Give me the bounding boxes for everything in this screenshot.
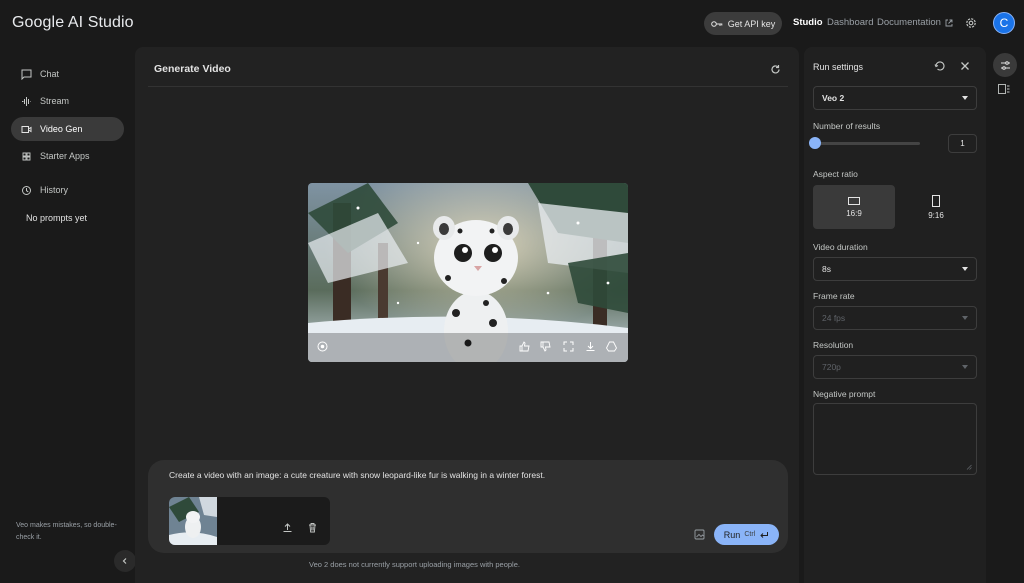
chevron-down-icon bbox=[962, 267, 968, 271]
sidebar-item-label: Video Gen bbox=[40, 124, 83, 134]
video-icon bbox=[21, 125, 32, 133]
refresh-icon[interactable] bbox=[770, 64, 781, 75]
duration-select[interactable]: 8s bbox=[813, 257, 977, 281]
prompt-input[interactable]: Create a video with an image: a cute cre… bbox=[169, 470, 545, 480]
uploaded-image-tray bbox=[169, 497, 330, 545]
aspect-16-9-label: 16:9 bbox=[846, 208, 862, 218]
app-title: Google AI Studio bbox=[12, 14, 134, 31]
model-select-value: Veo 2 bbox=[822, 93, 845, 103]
upload-notice: Veo 2 does not currently support uploadi… bbox=[309, 560, 520, 569]
resolution-select: 720p bbox=[813, 355, 977, 379]
sidebar-item-starter-apps[interactable]: Starter Apps bbox=[11, 144, 124, 168]
run-shortcut: Ctrl bbox=[744, 531, 756, 538]
chevron-down-icon bbox=[962, 365, 968, 369]
collapse-sidebar-button[interactable] bbox=[114, 550, 136, 572]
aspect-9-16-label: 9:16 bbox=[928, 210, 944, 220]
run-settings-toggle-button[interactable] bbox=[993, 53, 1017, 77]
sidebar-item-stream[interactable]: Stream bbox=[11, 89, 124, 113]
nav-documentation-label: Documentation bbox=[877, 17, 941, 28]
resolution-label: Resolution bbox=[813, 340, 854, 350]
external-link-icon bbox=[945, 19, 953, 26]
run-button[interactable]: Run Ctrl bbox=[714, 524, 779, 545]
thumbs-up-icon[interactable] bbox=[519, 341, 530, 352]
fullscreen-icon[interactable] bbox=[563, 341, 574, 352]
results-label: Number of results bbox=[813, 121, 881, 131]
page-title: Generate Video bbox=[154, 63, 231, 75]
chat-icon bbox=[21, 69, 32, 80]
results-input[interactable]: 1 bbox=[948, 134, 977, 153]
chevron-left-icon bbox=[122, 558, 127, 564]
drive-icon[interactable] bbox=[606, 341, 617, 352]
run-label: Run bbox=[723, 529, 741, 540]
apps-icon bbox=[22, 152, 31, 160]
aspect-16-9-button[interactable]: 16:9 bbox=[813, 185, 895, 229]
chevron-down-icon bbox=[962, 316, 968, 320]
add-media-icon[interactable] bbox=[694, 529, 705, 540]
thumbs-down-icon[interactable] bbox=[540, 341, 551, 352]
results-slider-thumb[interactable] bbox=[809, 137, 821, 149]
reset-settings-icon[interactable] bbox=[934, 60, 946, 72]
delete-icon[interactable] bbox=[307, 522, 318, 533]
tune-icon bbox=[1000, 60, 1010, 70]
portrait-icon bbox=[932, 194, 940, 207]
video-player[interactable] bbox=[308, 183, 628, 362]
play-icon[interactable] bbox=[317, 341, 328, 352]
nav-studio[interactable]: Studio bbox=[793, 17, 823, 28]
nav-dashboard[interactable]: Dashboard bbox=[827, 17, 873, 28]
history-empty-text: No prompts yet bbox=[26, 213, 88, 223]
sidebar-item-label: Chat bbox=[40, 69, 60, 79]
model-select[interactable]: Veo 2 bbox=[813, 86, 977, 110]
download-icon[interactable] bbox=[585, 341, 596, 352]
run-settings-title: Run settings bbox=[813, 62, 864, 72]
duration-select-value: 8s bbox=[822, 264, 831, 274]
framerate-select-value: 24 fps bbox=[822, 313, 846, 323]
sidebar-item-label: Starter Apps bbox=[40, 151, 90, 161]
sidebar-item-chat[interactable]: Chat bbox=[11, 62, 124, 86]
framerate-select: 24 fps bbox=[813, 306, 977, 330]
duration-label: Video duration bbox=[813, 242, 868, 252]
uploaded-image-thumbnail[interactable] bbox=[169, 497, 217, 545]
disclaimer-text: Veo makes mistakes, so double-check it. bbox=[16, 522, 117, 541]
history-icon bbox=[22, 185, 31, 195]
sidebar-item-history[interactable]: History bbox=[11, 178, 124, 202]
close-icon[interactable] bbox=[960, 61, 970, 71]
get-api-key-label: Get API key bbox=[727, 18, 776, 29]
media-library-icon[interactable] bbox=[998, 84, 1010, 94]
aspect-9-16-button[interactable]: 9:16 bbox=[895, 185, 977, 229]
sidebar-item-video-gen[interactable]: Video Gen bbox=[11, 117, 124, 141]
upload-icon[interactable] bbox=[282, 522, 293, 533]
get-api-key-button[interactable]: Get API key bbox=[704, 12, 782, 35]
aspect-ratio-label: Aspect ratio bbox=[813, 169, 858, 179]
results-slider-track[interactable] bbox=[813, 142, 920, 145]
enter-key-icon bbox=[760, 531, 769, 538]
sidebar-item-label: History bbox=[40, 185, 69, 195]
gear-icon[interactable] bbox=[964, 16, 978, 30]
landscape-icon bbox=[848, 196, 860, 205]
chevron-down-icon bbox=[962, 96, 968, 100]
nav-documentation[interactable]: Documentation bbox=[877, 17, 953, 28]
avatar[interactable]: C bbox=[993, 12, 1015, 34]
resolution-select-value: 720p bbox=[822, 362, 841, 372]
resize-handle-icon[interactable] bbox=[966, 464, 972, 470]
video-frame bbox=[308, 183, 628, 362]
key-icon bbox=[710, 20, 723, 27]
stream-icon bbox=[22, 96, 31, 106]
negative-prompt-input[interactable] bbox=[813, 403, 977, 475]
sidebar-item-label: Stream bbox=[40, 96, 70, 106]
framerate-label: Frame rate bbox=[813, 291, 855, 301]
negative-prompt-label: Negative prompt bbox=[813, 389, 876, 399]
header-divider bbox=[148, 86, 788, 87]
